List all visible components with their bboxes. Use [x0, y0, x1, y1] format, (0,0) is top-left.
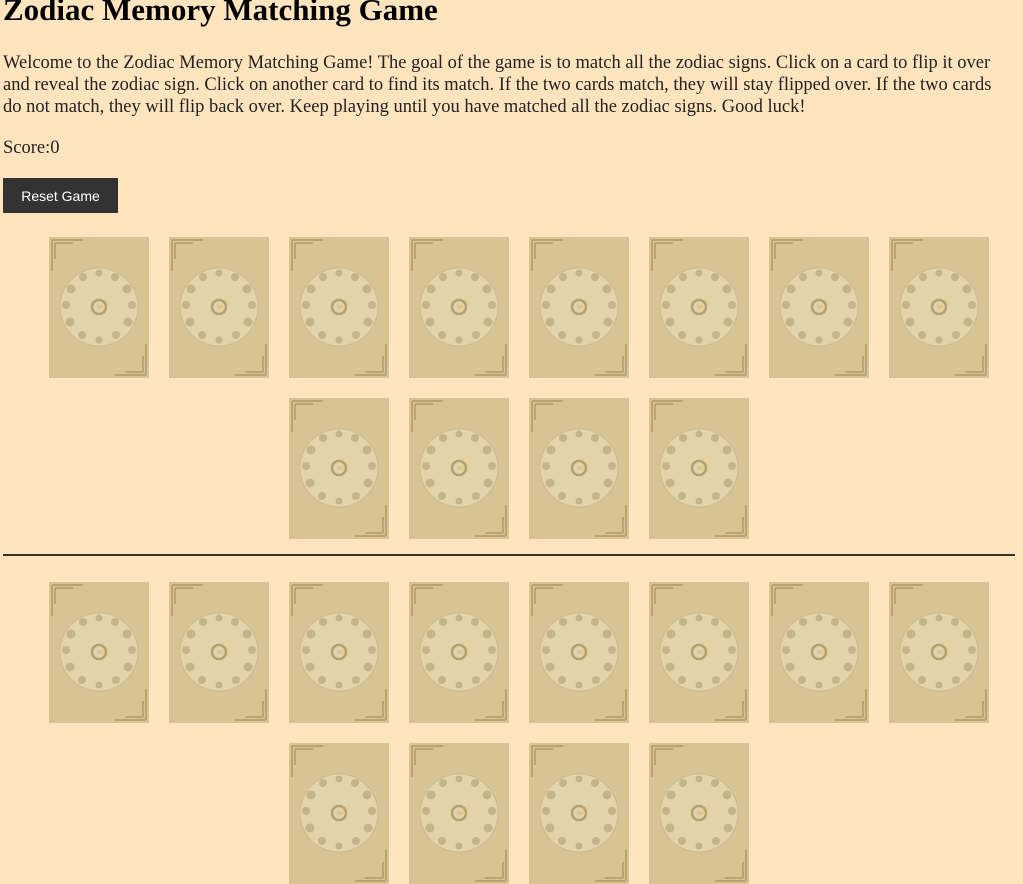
card[interactable] — [409, 743, 509, 884]
card[interactable] — [649, 398, 749, 539]
instructions-text: Welcome to the Zodiac Memory Matching Ga… — [3, 53, 992, 117]
score-value: 0 — [50, 138, 60, 158]
card[interactable] — [649, 582, 749, 723]
card[interactable] — [289, 237, 389, 378]
game-board — [3, 237, 1015, 884]
card[interactable] — [49, 582, 149, 723]
card[interactable] — [529, 398, 629, 539]
card[interactable] — [649, 743, 749, 884]
card[interactable] — [529, 582, 629, 723]
card[interactable] — [169, 237, 269, 378]
card[interactable] — [409, 237, 509, 378]
card-grid-1 — [39, 237, 999, 539]
score-label: Score: — [3, 138, 51, 158]
card[interactable] — [529, 743, 629, 884]
card[interactable] — [649, 237, 749, 378]
game-page: Zodiac Memory Matching Game Welcome to t… — [0, 0, 1023, 884]
card[interactable] — [289, 398, 389, 539]
card[interactable] — [769, 582, 869, 723]
card[interactable] — [409, 398, 509, 539]
card[interactable] — [169, 582, 269, 723]
card[interactable] — [289, 582, 389, 723]
card-grid-2 — [39, 582, 999, 884]
card[interactable] — [769, 237, 869, 378]
score-display: Score:0 — [3, 137, 1015, 159]
grid-divider — [3, 554, 1015, 556]
card[interactable] — [889, 582, 989, 723]
page-title: Zodiac Memory Matching Game — [3, 0, 438, 27]
card[interactable] — [289, 743, 389, 884]
card[interactable] — [529, 237, 629, 378]
card[interactable] — [409, 582, 509, 723]
card[interactable] — [49, 237, 149, 378]
card[interactable] — [889, 237, 989, 378]
reset-game-button[interactable]: Reset Game — [3, 178, 118, 213]
